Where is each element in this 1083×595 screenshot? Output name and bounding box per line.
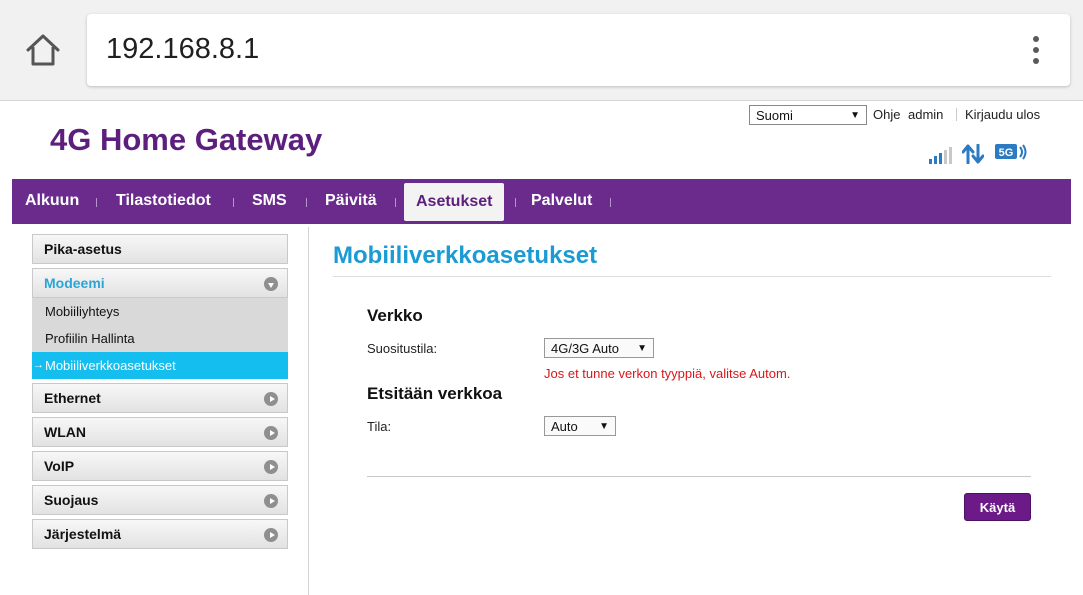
nav-item-paivita[interactable]: Päivitä	[325, 179, 377, 224]
logout-link[interactable]: Kirjaudu ulos	[965, 107, 1040, 122]
network-hint: Jos et tunne verkon tyyppiä, valitse Aut…	[544, 366, 791, 381]
nav-divider	[306, 198, 307, 207]
settings-sidebar: Pika-asetus Modeemi Mobiiliyhteys Profii…	[32, 234, 288, 553]
page-header: 4G Home Gateway Suomi ▼ Ohje admin Kirja…	[12, 101, 1071, 179]
signal-strength-icon	[929, 146, 952, 164]
status-icons: 5G	[929, 140, 1028, 164]
sidebar-item-label: Suojaus	[44, 492, 99, 508]
sidebar-item-label: Järjestelmä	[44, 526, 122, 542]
sidebar-subitem-label: Mobiiliverkkoasetukset	[45, 358, 176, 373]
browser-toolbar: 192.168.8.1	[0, 0, 1083, 101]
chevron-right-icon	[264, 426, 278, 440]
language-value: Suomi	[756, 107, 793, 123]
sidebar-item-label: WLAN	[44, 424, 86, 440]
language-select[interactable]: Suomi ▼	[749, 105, 867, 125]
nav-item-alkuun[interactable]: Alkuun	[25, 179, 79, 224]
chevron-right-icon	[264, 528, 278, 542]
page-title: Mobiiliverkkoasetukset	[333, 242, 598, 269]
brand-logo: 4G Home Gateway	[50, 122, 323, 157]
address-bar[interactable]: 192.168.8.1	[87, 14, 1070, 86]
nav-item-asetukset[interactable]: Asetukset	[404, 183, 505, 221]
dropdown-arrow-icon: ▼	[850, 109, 860, 121]
sidebar-item-suojaus[interactable]: Suojaus	[32, 485, 288, 515]
apply-button[interactable]: Käytä	[964, 493, 1031, 521]
sidebar-item-jarjestelma[interactable]: Järjestelmä	[32, 519, 288, 549]
nav-divider	[515, 198, 516, 207]
chevron-right-icon	[264, 494, 278, 508]
url-text: 192.168.8.1	[106, 33, 260, 65]
sidebar-subitem-profiilin-hallinta[interactable]: Profiilin Hallinta	[32, 325, 288, 352]
header-divider	[956, 108, 957, 121]
search-mode-select[interactable]: Auto ▼	[544, 416, 616, 436]
home-icon[interactable]	[22, 29, 64, 71]
sidebar-item-ethernet[interactable]: Ethernet	[32, 383, 288, 413]
dropdown-arrow-icon: ▼	[637, 342, 647, 354]
network-type-label: 5G	[999, 147, 1014, 159]
sidebar-subitem-mobiiliyhteys[interactable]: Mobiiliyhteys	[32, 298, 288, 325]
sidebar-subitem-label: Mobiiliyhteys	[45, 304, 120, 319]
more-vert-icon[interactable]	[1016, 30, 1056, 70]
title-divider	[333, 276, 1051, 277]
content-divider	[308, 227, 309, 595]
dropdown-arrow-icon: ▼	[599, 420, 609, 432]
sidebar-item-pika-asetus[interactable]: Pika-asetus	[32, 234, 288, 264]
sidebar-item-label: Ethernet	[44, 390, 101, 406]
section-heading-etsitaan: Etsitään verkkoa	[367, 384, 503, 403]
sidebar-subitem-mobiiliverkkoasetukset[interactable]: → Mobiiliverkkoasetukset	[32, 352, 288, 379]
chevron-right-icon	[264, 392, 278, 406]
arrow-right-icon: →	[33, 359, 44, 371]
search-mode-value: Auto	[551, 418, 578, 434]
main-nav: Alkuun Tilastotiedot SMS Päivitä Asetuks…	[12, 179, 1071, 224]
chevron-right-icon	[264, 460, 278, 474]
nav-item-tilastotiedot[interactable]: Tilastotiedot	[116, 179, 211, 224]
sidebar-item-modeemi[interactable]: Modeemi	[32, 268, 288, 298]
nav-divider	[610, 198, 611, 207]
user-name: admin	[908, 107, 944, 122]
help-link[interactable]: Ohje	[873, 107, 900, 122]
nav-item-palvelut[interactable]: Palvelut	[531, 179, 592, 224]
modeemi-submenu: Mobiiliyhteys Profiilin Hallinta → Mobii…	[32, 298, 288, 379]
content-divider-horizontal	[367, 476, 1031, 477]
nav-divider	[395, 198, 396, 207]
preferred-mode-select[interactable]: 4G/3G Auto ▼	[544, 338, 654, 358]
nav-divider	[233, 198, 234, 207]
preferred-mode-label: Suositustila:	[367, 341, 438, 356]
sidebar-item-voip[interactable]: VoIP	[32, 451, 288, 481]
sidebar-item-label: Modeemi	[44, 275, 105, 291]
nav-item-sms[interactable]: SMS	[252, 179, 287, 224]
router-page: 4G Home Gateway Suomi ▼ Ohje admin Kirja…	[12, 101, 1071, 595]
preferred-mode-value: 4G/3G Auto	[551, 340, 619, 356]
sidebar-item-label: Pika-asetus	[44, 241, 122, 257]
section-heading-verkko: Verkko	[367, 306, 423, 325]
chevron-down-icon	[264, 277, 278, 291]
network-5g-icon: 5G	[995, 144, 1027, 160]
data-transfer-icon	[962, 144, 984, 164]
sidebar-item-label: VoIP	[44, 458, 75, 474]
search-mode-label: Tila:	[367, 419, 392, 434]
nav-divider	[96, 198, 97, 207]
sidebar-item-wlan[interactable]: WLAN	[32, 417, 288, 447]
sidebar-subitem-label: Profiilin Hallinta	[45, 331, 135, 346]
